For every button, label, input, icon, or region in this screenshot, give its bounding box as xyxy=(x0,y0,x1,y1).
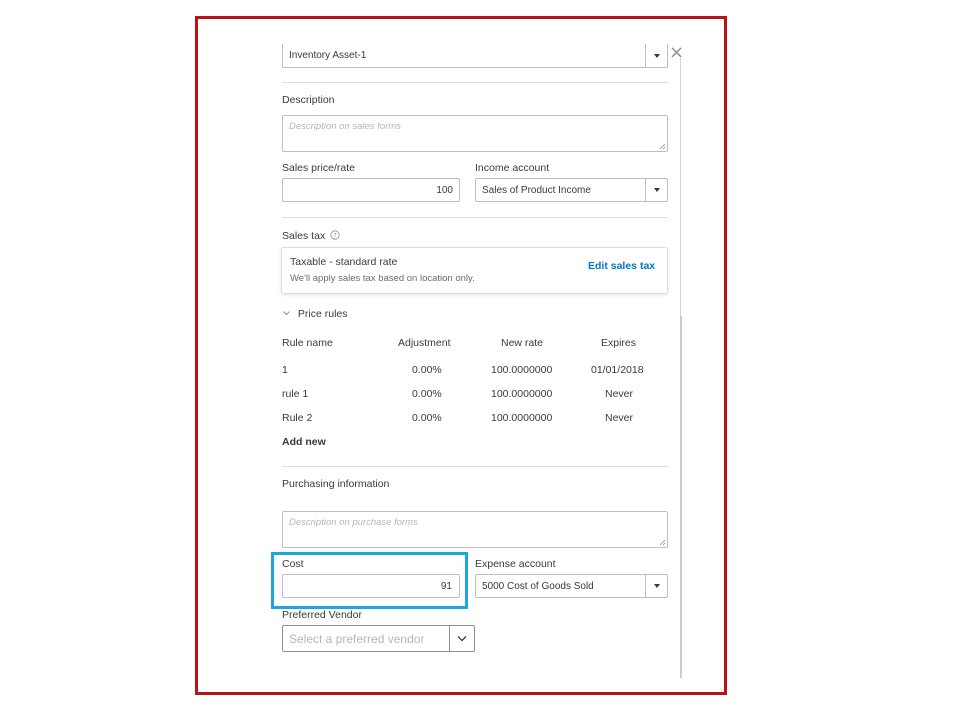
rule-name-link[interactable]: rule 1 xyxy=(282,388,308,400)
resize-handle-icon[interactable] xyxy=(659,143,666,150)
inventory-asset-value: Inventory Asset-1 xyxy=(289,50,367,61)
description-label: Description xyxy=(282,94,335,106)
rule-adjustment: 0.00% xyxy=(412,412,442,424)
sales-price-value: 100 xyxy=(436,184,453,196)
svg-text:?: ? xyxy=(333,231,336,239)
rule-name-link[interactable]: 1 xyxy=(282,364,288,376)
chevron-down-icon[interactable] xyxy=(449,626,474,651)
income-account-select[interactable]: Sales of Product Income xyxy=(475,178,668,202)
caret-down-icon[interactable] xyxy=(645,44,667,67)
rule-expires: 01/01/2018 xyxy=(591,364,644,376)
rule-new-rate: 100.0000000 xyxy=(491,412,553,424)
rule-name-link[interactable]: Rule 2 xyxy=(282,412,312,424)
sales-price-input[interactable]: 100 xyxy=(282,178,460,202)
inventory-asset-select[interactable]: Inventory Asset-1 xyxy=(282,44,668,68)
column-header-new-rate: New rate xyxy=(501,337,544,349)
column-header-rule-name: Rule name xyxy=(282,337,333,349)
cost-highlight-box xyxy=(271,552,468,609)
sales-tax-label-text: Sales tax xyxy=(282,230,326,242)
rule-expires: Never xyxy=(605,388,634,400)
preferred-vendor-select[interactable]: Select a preferred vendor xyxy=(282,625,475,652)
sales-tax-label: Sales tax ? xyxy=(282,230,340,242)
purchasing-info-label: Purchasing information xyxy=(282,478,390,490)
sales-tax-status: Taxable - standard rate xyxy=(290,256,398,268)
income-account-label: Income account xyxy=(475,162,550,174)
sales-description-placeholder: Description on sales forms xyxy=(289,121,401,132)
divider xyxy=(282,82,668,83)
rule-adjustment: 0.00% xyxy=(412,364,442,376)
price-rules-label: Price rules xyxy=(297,308,348,320)
rule-new-rate: 100.0000000 xyxy=(491,364,553,376)
income-account-value: Sales of Product Income xyxy=(482,184,591,196)
sales-tax-note: We'll apply sales tax based on location … xyxy=(290,273,475,284)
preferred-vendor-label: Preferred Vendor xyxy=(282,609,362,621)
purchase-description-placeholder: Description on purchase forms xyxy=(289,517,418,528)
expense-account-value: 5000 Cost of Goods Sold xyxy=(482,580,594,592)
help-circle-icon[interactable]: ? xyxy=(330,230,340,240)
rule-adjustment: 0.00% xyxy=(412,388,442,400)
add-new-rule-link[interactable]: Add new xyxy=(282,436,326,448)
sales-description-textarea[interactable]: Description on sales forms xyxy=(282,115,668,152)
divider xyxy=(282,217,668,218)
caret-down-icon[interactable] xyxy=(645,179,667,201)
panel-scrollbar[interactable] xyxy=(680,316,682,678)
purchase-description-textarea[interactable]: Description on purchase forms xyxy=(282,511,668,548)
expense-account-label: Expense account xyxy=(475,558,556,570)
rule-new-rate: 100.0000000 xyxy=(491,388,553,400)
edit-sales-tax-link[interactable]: Edit sales tax xyxy=(588,260,655,272)
chevron-down-icon xyxy=(283,311,290,316)
sales-price-label: Sales price/rate xyxy=(282,162,355,174)
resize-handle-icon[interactable] xyxy=(659,539,666,546)
expense-account-select[interactable]: 5000 Cost of Goods Sold xyxy=(475,574,668,598)
divider xyxy=(282,466,668,467)
caret-down-icon[interactable] xyxy=(645,575,667,597)
close-icon[interactable]: × xyxy=(669,44,684,62)
preferred-vendor-placeholder: Select a preferred vendor xyxy=(289,631,425,646)
rule-expires: Never xyxy=(605,412,634,424)
column-header-adjustment: Adjustment xyxy=(398,337,451,349)
price-rules-toggle[interactable]: Price rules xyxy=(282,308,348,320)
sales-tax-card: Taxable - standard rate We'll apply sale… xyxy=(281,247,668,294)
column-header-expires: Expires xyxy=(601,337,637,349)
